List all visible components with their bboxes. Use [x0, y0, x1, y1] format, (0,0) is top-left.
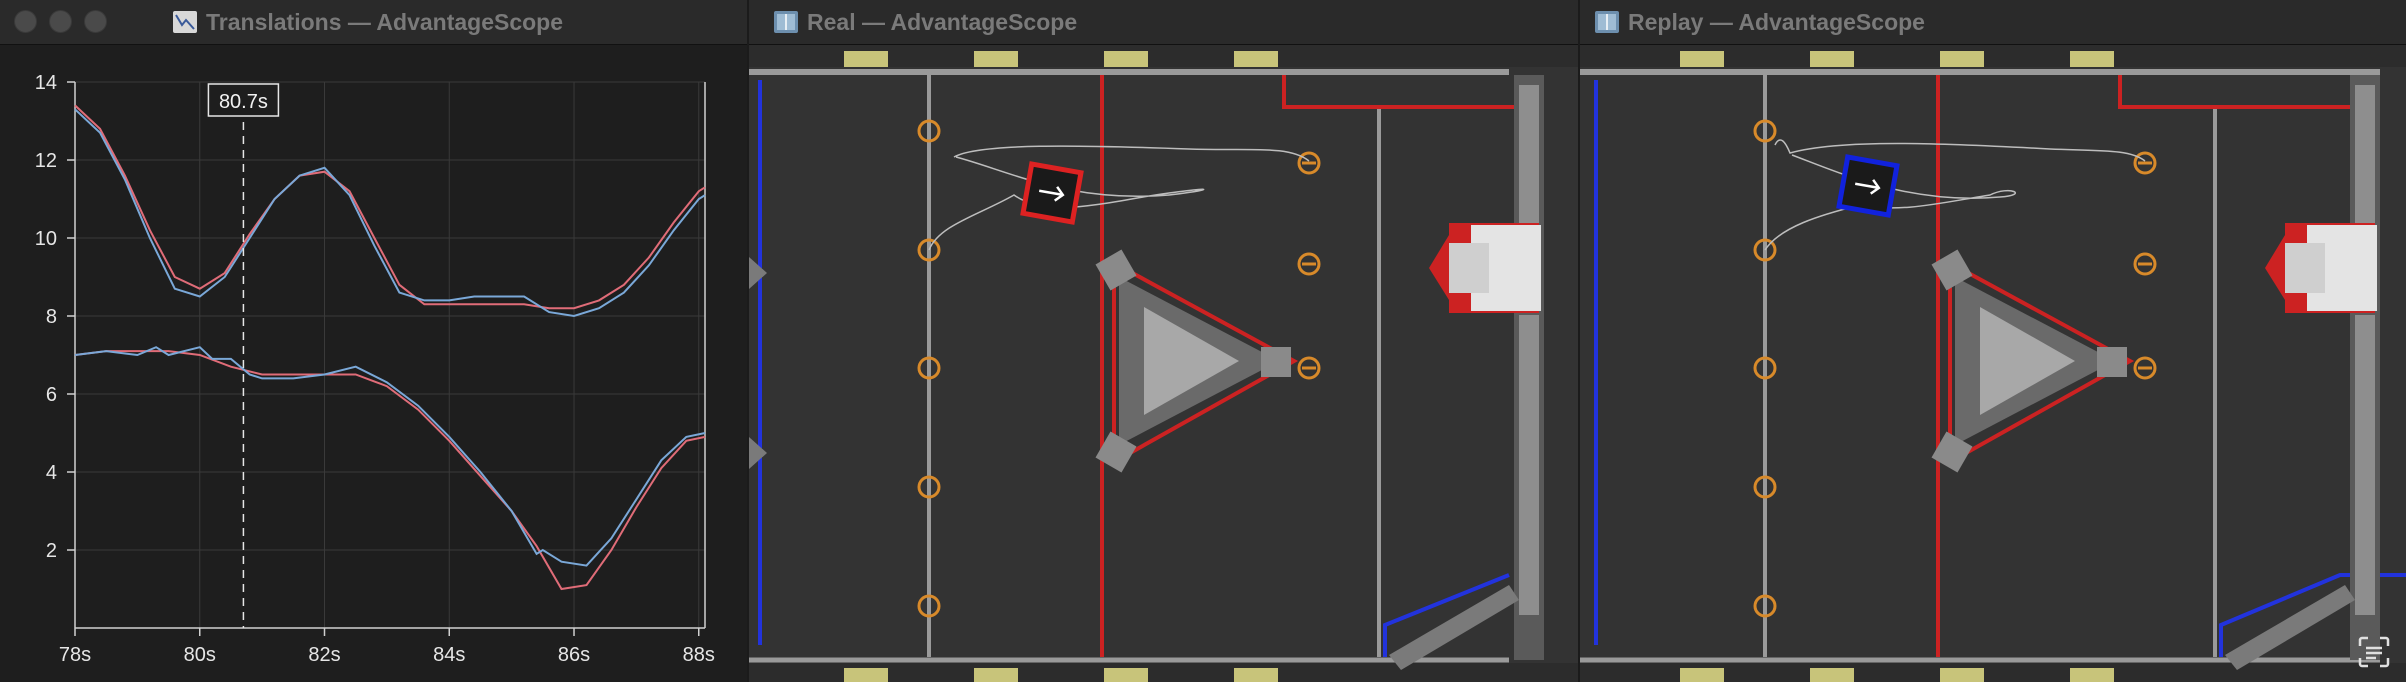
- line-chart[interactable]: 78s 80s 82s 84s 86s 88s 2 4 6 8 10 12 14 80.7s: [0, 45, 747, 682]
- field-map-icon: [774, 11, 798, 33]
- y-tick-label: 6: [46, 384, 57, 406]
- y-tick-label: 12: [35, 150, 57, 172]
- field-map-icon: [1595, 11, 1619, 33]
- robot-marker[interactable]: [1836, 154, 1900, 218]
- y-tick-label: 2: [46, 540, 57, 562]
- replay-field-window: Replay — AdvantageScope: [1580, 0, 2406, 682]
- close-window-button[interactable]: [14, 10, 37, 33]
- field-view[interactable]: [1580, 45, 2406, 682]
- screenshot-button-icon[interactable]: [2356, 634, 2392, 670]
- y-tick-label: 14: [35, 72, 57, 94]
- window-title: Replay — AdvantageScope: [1628, 8, 1925, 35]
- y-tick-label: 10: [35, 228, 57, 250]
- titlebar[interactable]: Translations — AdvantageScope: [0, 0, 747, 45]
- titlebar[interactable]: Replay — AdvantageScope: [1580, 0, 2406, 45]
- x-tick-label: 86s: [558, 644, 590, 666]
- x-tick-label: 82s: [308, 644, 340, 666]
- cursor-label: 80.7s: [219, 91, 268, 113]
- field-canvas[interactable]: [749, 45, 1578, 682]
- zoom-window-button[interactable]: [84, 10, 107, 33]
- y-tick-label: 8: [46, 306, 57, 328]
- x-tick-label: 80s: [184, 644, 216, 666]
- window-title: Translations — AdvantageScope: [206, 8, 564, 35]
- window-title-group: Translations — AdvantageScope: [172, 9, 563, 36]
- minimize-window-button[interactable]: [49, 10, 72, 33]
- x-tick-label: 88s: [683, 644, 715, 666]
- window-title: Real — AdvantageScope: [807, 8, 1078, 35]
- field-canvas[interactable]: [1580, 45, 2406, 682]
- x-tick-label: 78s: [59, 644, 91, 666]
- window-title-group: Replay — AdvantageScope: [1594, 9, 1925, 36]
- real-field-window: Real — AdvantageScope: [749, 0, 1578, 682]
- titlebar[interactable]: Real — AdvantageScope: [749, 0, 1578, 45]
- field-view[interactable]: [749, 45, 1578, 682]
- robot-marker[interactable]: [1020, 161, 1084, 225]
- line-graph-panel[interactable]: 78s 80s 82s 84s 86s 88s 2 4 6 8 10 12 14 80.7s: [0, 45, 747, 682]
- line-graph-icon: [173, 11, 197, 33]
- traffic-lights: [14, 10, 107, 33]
- y-tick-label: 4: [46, 462, 57, 484]
- x-tick-label: 84s: [433, 644, 465, 666]
- window-title-group: Real — AdvantageScope: [773, 9, 1077, 36]
- translations-window: Translations — AdvantageScope 78s 80s 82s 8…: [0, 0, 747, 682]
